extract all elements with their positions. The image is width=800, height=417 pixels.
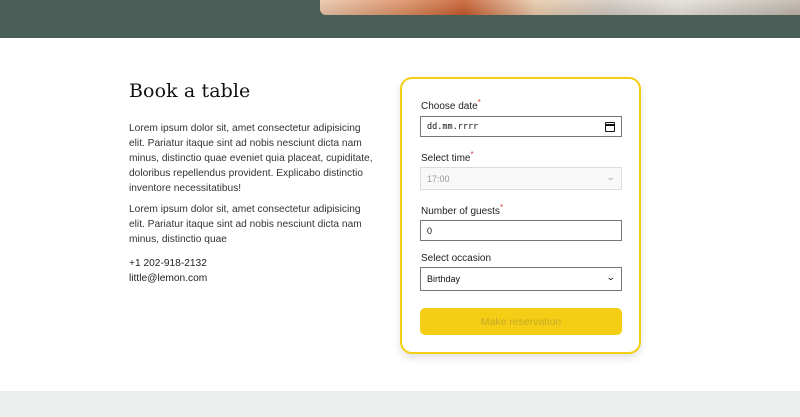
- date-label: Choose date*: [421, 98, 481, 112]
- time-label: Select time*: [421, 150, 474, 164]
- required-marker: *: [470, 150, 474, 159]
- required-marker: *: [477, 98, 481, 107]
- email-address: little@lemon.com: [129, 273, 208, 284]
- time-select-value: 17:00: [427, 173, 450, 184]
- make-reservation-button[interactable]: Make reservation: [420, 308, 622, 335]
- page-title: Book a table: [129, 80, 251, 102]
- guests-label: Number of guests*: [421, 203, 504, 217]
- reservation-form: Choose date* dd.mm.rrrr Select time* 17:…: [400, 77, 641, 354]
- calendar-icon[interactable]: [605, 122, 615, 132]
- guests-input-value: 0: [427, 225, 433, 236]
- occasion-select[interactable]: Birthday ⌄: [420, 267, 622, 291]
- date-input-value: dd.mm.rrrr: [427, 121, 479, 132]
- guests-input[interactable]: 0: [420, 220, 622, 241]
- contact-info: +1 202-918-2132 little@lemon.com: [129, 256, 207, 286]
- hero-image: [320, 0, 800, 15]
- intro-paragraph-2: Lorem ipsum dolor sit, amet consectetur …: [129, 204, 362, 245]
- intro-paragraph-1: Lorem ipsum dolor sit, amet consectetur …: [129, 123, 373, 194]
- chevron-down-icon: ⌄: [606, 172, 617, 182]
- footer-band: [0, 391, 800, 417]
- phone-number: +1 202-918-2132: [129, 258, 207, 269]
- date-input[interactable]: dd.mm.rrrr: [420, 116, 622, 137]
- occasion-select-value: Birthday: [427, 274, 461, 284]
- time-select[interactable]: 17:00 ⌄: [420, 167, 622, 190]
- intro-section: Book a table: [129, 80, 374, 102]
- chevron-down-icon: ⌄: [606, 272, 617, 282]
- occasion-label: Select occasion: [421, 253, 492, 264]
- required-marker: *: [499, 203, 504, 212]
